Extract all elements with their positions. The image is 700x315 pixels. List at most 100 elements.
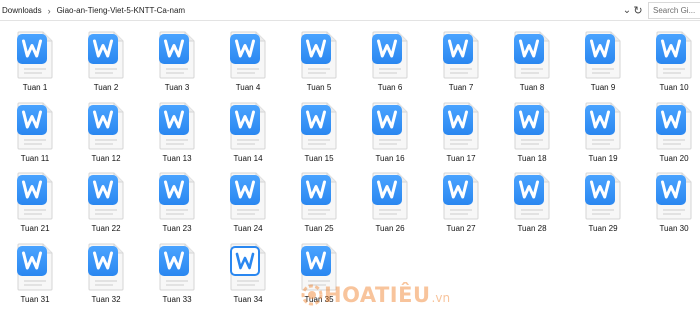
file-name-label: Tuan 14 bbox=[233, 154, 263, 163]
file-item[interactable]: Tuan 14 bbox=[218, 97, 278, 165]
breadcrumb-downloads[interactable]: Downloads bbox=[0, 6, 44, 15]
file-name-label: Tuan 2 bbox=[93, 83, 119, 92]
wps-writer-doc-icon bbox=[370, 31, 408, 79]
address-bar[interactable]: Downloads › Giao-an-Tieng-Viet-5-KNTT-Ca… bbox=[0, 0, 700, 21]
file-item[interactable]: Tuan 7 bbox=[431, 26, 491, 94]
file-item[interactable]: Tuan 5 bbox=[289, 26, 349, 94]
file-name-label: Tuan 35 bbox=[304, 295, 334, 304]
file-item[interactable]: Tuan 13 bbox=[147, 97, 207, 165]
file-item[interactable]: Tuan 25 bbox=[289, 167, 349, 235]
breadcrumb-separator-icon[interactable]: › bbox=[44, 6, 55, 16]
file-name-label: Tuan 24 bbox=[233, 224, 263, 233]
file-item[interactable]: Tuan 32 bbox=[76, 238, 136, 306]
wps-writer-doc-icon bbox=[157, 102, 195, 150]
file-item[interactable]: Tuan 17 bbox=[431, 97, 491, 165]
file-name-label: Tuan 3 bbox=[164, 83, 190, 92]
wps-writer-doc-icon bbox=[441, 172, 479, 220]
wps-writer-doc-icon bbox=[86, 102, 124, 150]
address-dropdown-chevron-icon[interactable]: ⌄ bbox=[622, 3, 632, 18]
wps-writer-doc-icon bbox=[15, 172, 53, 220]
file-item[interactable]: Tuan 15 bbox=[289, 97, 349, 165]
file-item[interactable]: Tuan 35 bbox=[289, 238, 349, 306]
file-name-label: Tuan 7 bbox=[448, 83, 474, 92]
breadcrumb: Downloads › Giao-an-Tieng-Viet-5-KNTT-Ca… bbox=[0, 0, 640, 21]
file-item[interactable]: Tuan 24 bbox=[218, 167, 278, 235]
wps-writer-doc-icon bbox=[512, 102, 550, 150]
file-name-label: Tuan 28 bbox=[517, 224, 547, 233]
file-item[interactable]: Tuan 1 bbox=[5, 26, 65, 94]
wps-writer-doc-icon bbox=[512, 172, 550, 220]
file-name-label: Tuan 32 bbox=[91, 295, 121, 304]
file-item[interactable]: Tuan 9 bbox=[573, 26, 633, 94]
wps-writer-doc-icon bbox=[654, 31, 692, 79]
file-name-label: Tuan 27 bbox=[446, 224, 476, 233]
file-name-label: Tuan 30 bbox=[659, 224, 689, 233]
file-item[interactable]: Tuan 22 bbox=[76, 167, 136, 235]
file-item[interactable]: Tuan 6 bbox=[360, 26, 420, 94]
file-name-label: Tuan 21 bbox=[20, 224, 50, 233]
file-name-label: Tuan 34 bbox=[233, 295, 263, 304]
file-name-label: Tuan 15 bbox=[304, 154, 334, 163]
wps-writer-doc-icon bbox=[299, 102, 337, 150]
file-name-label: Tuan 25 bbox=[304, 224, 334, 233]
file-name-label: Tuan 6 bbox=[377, 83, 403, 92]
file-item[interactable]: Tuan 8 bbox=[502, 26, 562, 94]
file-item[interactable]: Tuan 11 bbox=[5, 97, 65, 165]
wps-writer-doc-icon bbox=[299, 172, 337, 220]
file-item[interactable]: Tuan 27 bbox=[431, 167, 491, 235]
file-name-label: Tuan 12 bbox=[91, 154, 121, 163]
file-item[interactable]: Tuan 30 bbox=[644, 167, 700, 235]
file-item[interactable]: Tuan 3 bbox=[147, 26, 207, 94]
file-name-label: Tuan 5 bbox=[306, 83, 332, 92]
file-item[interactable]: Tuan 29 bbox=[573, 167, 633, 235]
file-name-label: Tuan 29 bbox=[588, 224, 618, 233]
file-item[interactable]: Tuan 19 bbox=[573, 97, 633, 165]
wps-writer-doc-icon bbox=[157, 243, 195, 291]
file-item[interactable]: Tuan 31 bbox=[5, 238, 65, 306]
wps-writer-doc-icon bbox=[370, 172, 408, 220]
wps-writer-doc-icon bbox=[370, 102, 408, 150]
file-name-label: Tuan 31 bbox=[20, 295, 50, 304]
file-item[interactable]: Tuan 4 bbox=[218, 26, 278, 94]
file-item[interactable]: Tuan 2 bbox=[76, 26, 136, 94]
file-item[interactable]: Tuan 26 bbox=[360, 167, 420, 235]
file-name-label: Tuan 17 bbox=[446, 154, 476, 163]
wps-writer-doc-icon bbox=[228, 102, 266, 150]
file-item[interactable]: Tuan 21 bbox=[5, 167, 65, 235]
wps-writer-doc-icon bbox=[15, 31, 53, 79]
file-item[interactable]: Tuan 34 bbox=[218, 238, 278, 306]
file-item[interactable]: Tuan 33 bbox=[147, 238, 207, 306]
file-item[interactable]: Tuan 16 bbox=[360, 97, 420, 165]
file-name-label: Tuan 26 bbox=[375, 224, 405, 233]
file-item[interactable]: Tuan 18 bbox=[502, 97, 562, 165]
wps-writer-doc-icon bbox=[157, 172, 195, 220]
wps-writer-doc-icon bbox=[583, 102, 621, 150]
wps-writer-doc-icon bbox=[654, 172, 692, 220]
file-name-label: Tuan 11 bbox=[20, 154, 50, 163]
file-item[interactable]: Tuan 10 bbox=[644, 26, 700, 94]
search-input[interactable]: Search Gi... bbox=[648, 2, 700, 19]
file-item[interactable]: Tuan 12 bbox=[76, 97, 136, 165]
file-name-label: Tuan 8 bbox=[519, 83, 545, 92]
wps-writer-doc-icon bbox=[299, 243, 337, 291]
file-name-label: Tuan 13 bbox=[162, 154, 192, 163]
refresh-icon[interactable]: ↻ bbox=[632, 3, 644, 18]
wps-writer-doc-icon bbox=[15, 102, 53, 150]
wps-writer-doc-icon bbox=[441, 102, 479, 150]
file-item[interactable]: Tuan 28 bbox=[502, 167, 562, 235]
file-name-label: Tuan 1 bbox=[22, 83, 48, 92]
file-name-label: Tuan 9 bbox=[590, 83, 616, 92]
wps-writer-doc-icon bbox=[512, 31, 550, 79]
file-name-label: Tuan 33 bbox=[162, 295, 192, 304]
file-name-label: Tuan 10 bbox=[659, 83, 689, 92]
file-item[interactable]: Tuan 20 bbox=[644, 97, 700, 165]
wps-writer-doc-icon bbox=[157, 31, 195, 79]
breadcrumb-current-folder[interactable]: Giao-an-Tieng-Viet-5-KNTT-Ca-nam bbox=[55, 6, 187, 15]
wps-writer-doc-icon bbox=[441, 31, 479, 79]
file-item[interactable]: Tuan 23 bbox=[147, 167, 207, 235]
wps-writer-doc-icon bbox=[15, 243, 53, 291]
file-grid: Tuan 1 Tuan 2 Tuan 3 Tuan 4 Tuan 5 Tuan 6 Tuan… bbox=[0, 21, 700, 315]
file-name-label: Tuan 23 bbox=[162, 224, 192, 233]
wps-writer-doc-icon bbox=[86, 172, 124, 220]
file-name-label: Tuan 18 bbox=[517, 154, 547, 163]
